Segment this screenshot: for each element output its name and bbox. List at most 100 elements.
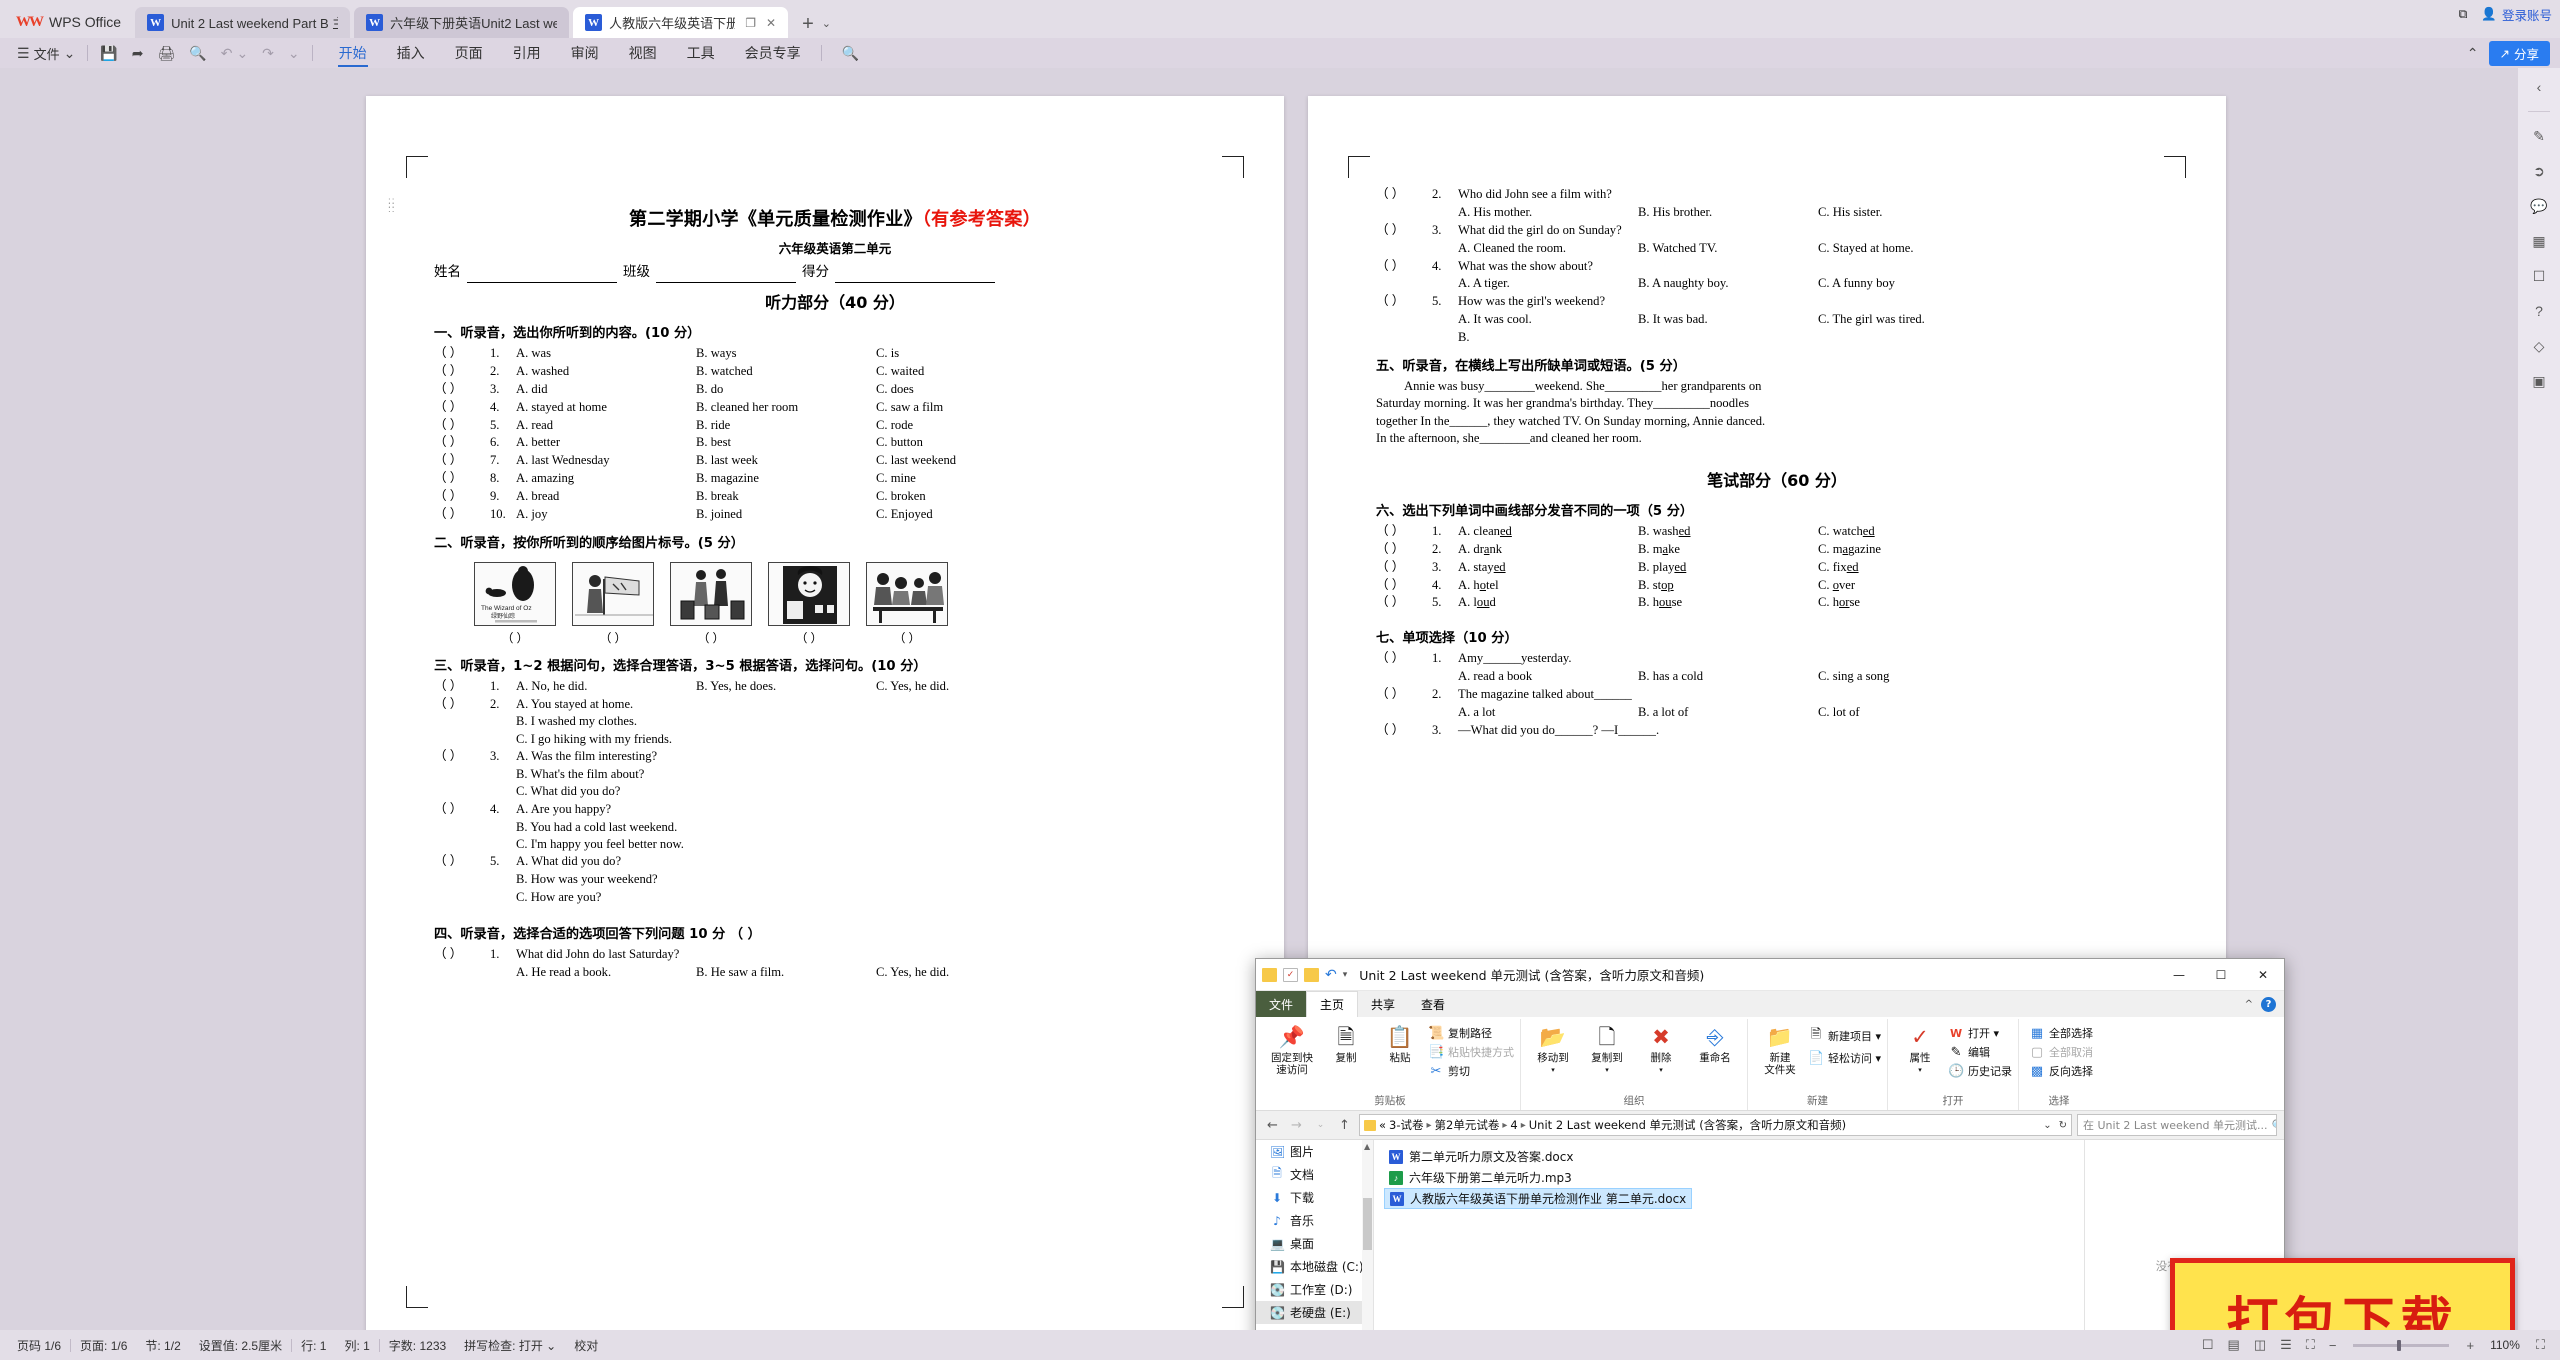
breadcrumb-item-0[interactable]: 3-试卷 bbox=[1389, 1117, 1423, 1133]
copy-button[interactable]: 🗎 复制 bbox=[1320, 1022, 1372, 1064]
proofread-button[interactable]: 校对 bbox=[565, 1337, 607, 1354]
scroll-up-icon[interactable]: ▲ bbox=[1364, 1142, 1370, 1151]
new-item-button[interactable]: 🗎 新建项目 ▾ bbox=[1808, 1025, 1881, 1047]
wps-office-logo[interactable]: WW WPS Office bbox=[6, 6, 135, 38]
explorer-sidebar[interactable]: 🖼 图片 🗎 文档 ⬇ 下载 ♪ 音乐 💻 桌面 💾 本地磁盘 (C:) 💽 工作室 (D:)… bbox=[1256, 1140, 1374, 1330]
page-count-status[interactable]: 页面: 1/6 bbox=[71, 1337, 136, 1354]
file-menu-button[interactable]: ☰ 文件 ⌄ bbox=[10, 40, 82, 66]
page-layout-icon[interactable]: ▤ bbox=[2221, 1337, 2247, 1353]
breadcrumb-item-3[interactable]: Unit 2 Last weekend 单元测试 (含答案，含听力原文和音频) bbox=[1529, 1117, 1846, 1133]
undo-icon[interactable]: ↶ bbox=[1325, 967, 1337, 983]
sidebar-item-drive-c[interactable]: 💾 本地磁盘 (C:) bbox=[1256, 1255, 1373, 1278]
download-stamp[interactable]: 打包下载 bbox=[2170, 1258, 2515, 1330]
file-list[interactable]: W 第二单元听力原文及答案.docx ♪ 六年级下册第二单元听力.mp3 W 人… bbox=[1374, 1140, 2084, 1330]
tab-home[interactable]: 主页 bbox=[1306, 991, 1359, 1017]
fullscreen-icon[interactable]: ⛶ bbox=[2299, 1337, 2322, 1353]
checkbox-icon[interactable]: ✓ bbox=[1283, 967, 1298, 982]
breadcrumb-item-2[interactable]: 4 bbox=[1510, 1118, 1517, 1132]
tab-view[interactable]: 查看 bbox=[1408, 991, 1458, 1017]
help-icon[interactable]: ? bbox=[2261, 996, 2276, 1012]
table-icon[interactable]: ▦ bbox=[2528, 230, 2550, 252]
cut-button[interactable]: ✂ 剪切 bbox=[1428, 1063, 1514, 1079]
help-icon[interactable]: ? bbox=[2528, 300, 2550, 322]
refresh-icon[interactable]: ↻ bbox=[2059, 1120, 2067, 1131]
web-layout-icon[interactable]: ☐ bbox=[2195, 1337, 2221, 1353]
collapse-panel-icon[interactable]: ‹ bbox=[2528, 76, 2550, 98]
scrollbar-thumb[interactable] bbox=[1363, 1198, 1372, 1250]
ribbon-tab-view[interactable]: 视图 bbox=[614, 39, 672, 67]
minimize-button[interactable]: — bbox=[2158, 959, 2200, 991]
up-button[interactable]: ↑ bbox=[1335, 1118, 1354, 1133]
tab-list-chevron-icon[interactable]: ⌄ bbox=[822, 17, 831, 38]
properties-button[interactable]: ✓ 属性 ▾ bbox=[1894, 1022, 1946, 1074]
sidebar-scrollbar[interactable]: ▲ ▼ bbox=[1362, 1140, 1373, 1330]
column-status[interactable]: 列: 1 bbox=[335, 1337, 378, 1354]
quick-access-more-button[interactable]: ⌄ bbox=[281, 40, 307, 66]
window-mode-icon[interactable]: ⧉ bbox=[2458, 7, 2467, 22]
name-field-blank[interactable] bbox=[467, 263, 617, 283]
print-button[interactable]: 🖨 bbox=[150, 40, 182, 66]
zoom-value[interactable]: 110% bbox=[2481, 1338, 2529, 1352]
breadcrumb-item-1[interactable]: 第2单元试卷 bbox=[1435, 1117, 1500, 1133]
ribbon-tab-reference[interactable]: 引用 bbox=[498, 39, 556, 67]
margin-status[interactable]: 设置值: 2.5厘米 bbox=[190, 1337, 291, 1354]
sidebar-item-pictures[interactable]: 🖼 图片 bbox=[1256, 1140, 1373, 1163]
select-all-button[interactable]: ▦ 全部选择 bbox=[2029, 1025, 2093, 1041]
close-button[interactable]: ✕ bbox=[2242, 959, 2284, 991]
document-page-1[interactable]: :::::: 第二学期小学《单元质量检测作业》（有参考答案） 六年级英语第二单元… bbox=[366, 96, 1284, 1330]
share-button[interactable]: ↗ 分享 bbox=[2488, 41, 2550, 66]
reading-icon[interactable]: ◫ bbox=[2247, 1337, 2273, 1353]
class-field-blank[interactable] bbox=[656, 263, 796, 283]
ribbon-tab-page[interactable]: 页面 bbox=[440, 39, 498, 67]
forward-button[interactable]: → bbox=[1287, 1118, 1306, 1133]
zoom-out-button[interactable]: − bbox=[2322, 1338, 2344, 1353]
spellcheck-status[interactable]: 拼写检查: 打开 ⌄ bbox=[455, 1337, 565, 1354]
save-as-button[interactable]: ➦ bbox=[125, 40, 151, 66]
doc-tab-2[interactable]: W 六年级下册英语Unit2 Last weekend bbox=[354, 7, 570, 38]
paste-shortcut-button[interactable]: 📑 粘贴快捷方式 bbox=[1428, 1044, 1514, 1060]
move-to-button[interactable]: 📂 移动到 ▾ bbox=[1527, 1022, 1579, 1074]
tab-close-icon[interactable]: ✕ bbox=[766, 16, 776, 30]
chevron-down-icon[interactable]: ▾ bbox=[1343, 970, 1348, 980]
login-button[interactable]: 👤 登录账号 bbox=[2481, 5, 2552, 24]
comment-icon[interactable]: 💬 bbox=[2528, 195, 2550, 217]
paragraph-handle-icon[interactable]: :::::: bbox=[388, 197, 396, 215]
page-number-status[interactable]: 页码 1/6 bbox=[8, 1337, 70, 1354]
tab-file[interactable]: 文件 bbox=[1256, 991, 1307, 1017]
save-button[interactable]: 💾 bbox=[93, 40, 124, 66]
pen-icon[interactable]: ✎ bbox=[2528, 125, 2550, 147]
redo-button[interactable]: ↷ bbox=[255, 40, 281, 66]
zoom-slider-knob[interactable] bbox=[2397, 1339, 2402, 1351]
easy-access-button[interactable]: 📄 轻松访问 ▾ bbox=[1808, 1050, 1881, 1066]
sidebar-item-desktop[interactable]: 💻 桌面 bbox=[1256, 1232, 1373, 1255]
select-none-button[interactable]: ▢ 全部取消 bbox=[2029, 1044, 2093, 1060]
ribbon-tab-home[interactable]: 开始 bbox=[324, 39, 382, 67]
list-item[interactable]: W 第二单元听力原文及答案.docx bbox=[1384, 1146, 1578, 1167]
list-item-selected[interactable]: W 人教版六年级英语下册单元检测作业 第二单元.docx bbox=[1384, 1188, 1693, 1209]
fit-page-icon[interactable]: ⛶ bbox=[2529, 1337, 2552, 1353]
delete-button[interactable]: ✖ 删除 ▾ bbox=[1635, 1022, 1687, 1074]
doc-tab-3-active[interactable]: W 人教版六年级英语下册单元检 ❐ ✕ bbox=[573, 7, 789, 38]
sidebar-item-drive-e[interactable]: 💽 老硬盘 (E:) bbox=[1256, 1301, 1373, 1324]
zoom-in-button[interactable]: + bbox=[2459, 1338, 2481, 1353]
ribbon-tab-member[interactable]: 会员专享 bbox=[730, 39, 816, 67]
ribbon-tab-insert[interactable]: 插入 bbox=[382, 39, 440, 67]
search-input[interactable]: 在 Unit 2 Last weekend 单元测试... 🔍 bbox=[2077, 1114, 2277, 1136]
explorer-titlebar[interactable]: ✓ ↶ ▾ Unit 2 Last weekend 单元测试 (含答案，含听力原… bbox=[1256, 959, 2284, 991]
edit-button[interactable]: ✎ 编辑 bbox=[1948, 1044, 2012, 1060]
collapse-ribbon-icon[interactable]: ⌃ bbox=[2467, 45, 2479, 62]
tab-share[interactable]: 共享 bbox=[1358, 991, 1408, 1017]
doc-tab-1[interactable]: W Unit 2 Last weekend Part B 主题 bbox=[135, 7, 351, 38]
back-button[interactable]: ← bbox=[1263, 1118, 1282, 1133]
score-field-blank[interactable] bbox=[835, 263, 995, 283]
collapse-ribbon-icon[interactable]: ^ bbox=[2245, 999, 2253, 1010]
shapes-icon[interactable]: ◇ bbox=[2528, 335, 2550, 357]
sidebar-item-music[interactable]: ♪ 音乐 bbox=[1256, 1209, 1373, 1232]
outline-icon[interactable]: ☰ bbox=[2273, 1337, 2299, 1353]
invert-selection-button[interactable]: ▩ 反向选择 bbox=[2029, 1063, 2093, 1079]
folder2-icon[interactable] bbox=[1304, 967, 1319, 982]
sidebar-item-downloads[interactable]: ⬇ 下载 bbox=[1256, 1186, 1373, 1209]
undo-button[interactable]: ↶ ⌄ bbox=[214, 40, 255, 66]
history-button[interactable]: 🕒 历史记录 bbox=[1948, 1063, 2012, 1079]
layers-icon[interactable]: ▣ bbox=[2528, 370, 2550, 392]
